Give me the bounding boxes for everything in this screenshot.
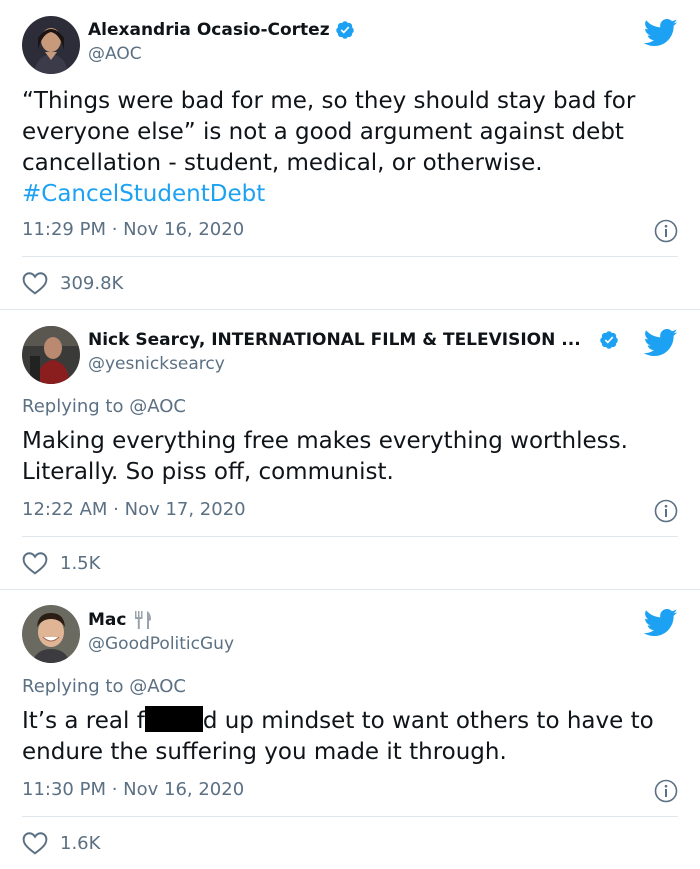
like-count: 309.8K — [60, 272, 124, 294]
divider — [22, 256, 678, 257]
avatar[interactable] — [22, 605, 80, 663]
info-icon[interactable] — [654, 779, 678, 803]
twitter-bird-icon[interactable] — [644, 18, 678, 48]
tweet-card[interactable]: Alexandria Ocasio-Cortez @AOC “Things we… — [0, 0, 700, 310]
author-handle[interactable]: @GoodPoliticGuy — [88, 634, 234, 654]
like-count: 1.6K — [60, 832, 101, 854]
tweet-text: Making everything free makes everything … — [22, 428, 628, 485]
heart-icon[interactable] — [22, 551, 48, 575]
like-section[interactable]: 1.5K — [22, 551, 100, 575]
replying-to: Replying to @AOC — [22, 676, 186, 697]
author-handle[interactable]: @yesnicksearcy — [88, 354, 225, 374]
verified-badge-icon — [335, 21, 354, 39]
hashtag-link[interactable]: #CancelStudentDebt — [22, 181, 265, 207]
verified-badge-icon — [599, 331, 618, 349]
info-icon[interactable] — [654, 499, 678, 523]
divider — [22, 816, 678, 817]
replying-label: Replying to — [22, 396, 124, 417]
replying-handle[interactable]: @AOC — [129, 676, 186, 697]
tweet-timestamp[interactable]: 12:22 AM · Nov 17, 2020 — [22, 499, 246, 520]
avatar[interactable] — [22, 326, 80, 384]
twitter-bird-icon[interactable] — [644, 328, 678, 358]
author-name[interactable]: Nick Searcy, INTERNATIONAL FILM & TELEVI… — [88, 330, 581, 350]
tweet-body-start: It’s a real f — [22, 708, 145, 734]
avatar[interactable] — [22, 16, 80, 74]
like-section[interactable]: 1.6K — [22, 831, 100, 855]
tweet-card[interactable]: Nick Searcy, INTERNATIONAL FILM & TELEVI… — [0, 310, 700, 590]
replying-to: Replying to @AOC — [22, 396, 186, 417]
tweet-text: “Things were bad for me, so they should … — [22, 86, 682, 210]
like-section[interactable]: 309.8K — [22, 271, 123, 295]
divider — [22, 536, 678, 537]
info-icon[interactable] — [654, 219, 678, 243]
heart-icon[interactable] — [22, 831, 48, 855]
like-count: 1.5K — [60, 552, 101, 574]
tweet-body: “Things were bad for me, so they should … — [22, 88, 636, 176]
twitter-bird-icon[interactable] — [644, 608, 678, 638]
author-handle[interactable]: @AOC — [88, 44, 142, 64]
tweet-card[interactable]: Mac @GoodPoliticGuy Replying to @AOC It’… — [0, 590, 700, 869]
author-row: Nick Searcy, INTERNATIONAL FILM & TELEVI… — [88, 330, 619, 350]
author-name[interactable]: Mac — [88, 610, 126, 630]
author-row: Mac — [88, 610, 154, 630]
replying-label: Replying to — [22, 676, 124, 697]
fork-and-knife-icon — [135, 611, 152, 629]
heart-icon[interactable] — [22, 271, 48, 295]
tweet-text: It’s a real fd up mindset to want others… — [22, 706, 682, 768]
replying-handle[interactable]: @AOC — [129, 396, 186, 417]
tweet-timestamp[interactable]: 11:29 PM · Nov 16, 2020 — [22, 219, 244, 240]
author-row: Alexandria Ocasio-Cortez — [88, 20, 355, 40]
redaction-bar — [144, 706, 203, 732]
author-name[interactable]: Alexandria Ocasio-Cortez — [88, 20, 330, 40]
tweet-timestamp[interactable]: 11:30 PM · Nov 16, 2020 — [22, 779, 244, 800]
